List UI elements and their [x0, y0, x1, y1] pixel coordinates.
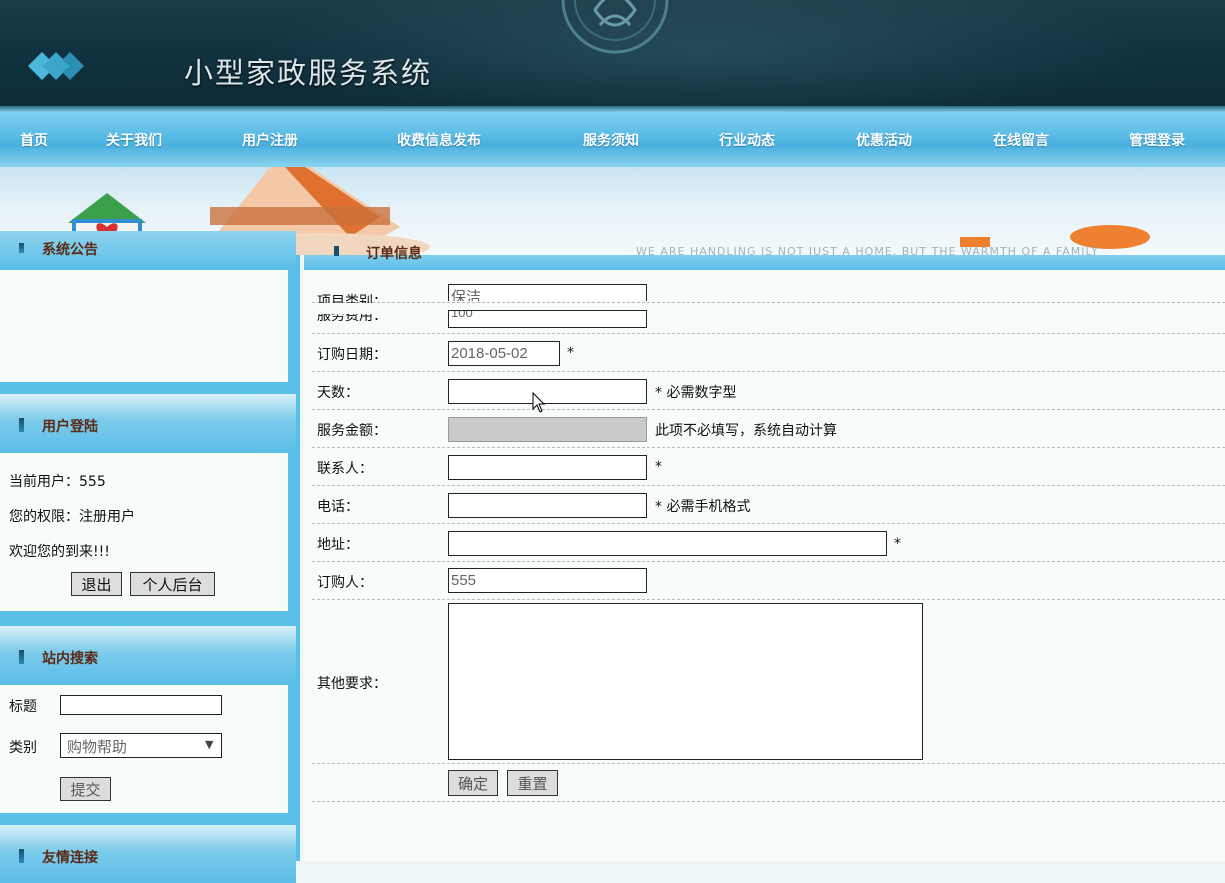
- address-label: 地址：: [317, 537, 359, 553]
- nav-register[interactable]: 用户注册: [242, 130, 298, 150]
- main-nav: 首页 关于我们 用户注册 收费信息发布 服务须知 行业动态 优惠活动 在线留言 …: [0, 112, 1225, 167]
- contact-required-mark: *: [655, 459, 662, 475]
- nav-promotions[interactable]: 优惠活动: [856, 130, 912, 150]
- orderer-field[interactable]: 555: [448, 568, 647, 593]
- search-title-label: 标题: [9, 699, 37, 715]
- search-header: 站内搜索: [0, 626, 296, 684]
- search-category-select[interactable]: 购物帮助 ▼: [60, 733, 222, 758]
- amount-field: [448, 417, 647, 442]
- search-category-value: 购物帮助: [67, 738, 128, 756]
- days-label: 天数：: [317, 385, 359, 401]
- nav-admin-login[interactable]: 管理登录: [1129, 130, 1185, 150]
- links-title: 友情连接: [42, 850, 98, 866]
- personal-backend-button[interactable]: 个人后台: [130, 572, 215, 596]
- site-header: 小型家政服务系统: [0, 0, 1225, 112]
- order-header: 订单信息: [304, 246, 1225, 270]
- item-category-label: 项目类别：: [317, 294, 387, 303]
- notice-title: 系统公告: [42, 242, 98, 258]
- contact-field[interactable]: [448, 455, 647, 480]
- links-header: 友情连接: [0, 825, 296, 883]
- login-header: 用户登陆: [0, 394, 296, 452]
- address-required-mark: *: [894, 536, 901, 552]
- notice-header: 系统公告: [0, 231, 296, 269]
- banner-slogan: WE ARE HANDLING IS NOT JUST A HOME, BUT …: [636, 245, 1099, 255]
- order-date-field[interactable]: 2018-05-02: [448, 341, 560, 366]
- nav-fee-publish[interactable]: 收费信息发布: [397, 130, 481, 150]
- phone-note: * 必需手机格式: [655, 499, 751, 515]
- contact-label: 联系人：: [317, 461, 373, 477]
- nav-home[interactable]: 首页: [20, 130, 48, 150]
- search-category-label: 类别: [9, 740, 37, 756]
- search-box: 标题 类别 购物帮助 ▼ 提交: [0, 685, 288, 813]
- amount-label: 服务金额：: [317, 423, 387, 439]
- current-user-text: 当前用户：555: [9, 474, 106, 490]
- search-submit-button[interactable]: 提交: [60, 777, 111, 801]
- logo-icon: [28, 52, 84, 80]
- notice-box: [0, 270, 288, 382]
- welcome-text: 欢迎您的到来!!!: [9, 544, 110, 560]
- mouse-cursor-icon: [532, 392, 546, 413]
- nav-guestbook[interactable]: 在线留言: [993, 130, 1049, 150]
- phone-field[interactable]: [448, 493, 647, 518]
- confirm-button[interactable]: 确定: [448, 770, 498, 796]
- amount-note: 此项不必填写，系统自动计算: [655, 423, 837, 439]
- service-fee-field[interactable]: 100: [448, 310, 647, 328]
- orderer-label: 订购人：: [317, 575, 373, 591]
- sidebar: 系统公告 用户登陆 当前用户：555 您的权限：注册用户 欢迎您的到来!!! 退…: [0, 231, 300, 883]
- user-role-text: 您的权限：注册用户: [9, 509, 135, 525]
- nav-about[interactable]: 关于我们: [106, 130, 162, 150]
- order-form: [304, 270, 1225, 861]
- other-requirements-label: 其他要求：: [317, 676, 387, 692]
- search-title-input[interactable]: [60, 695, 222, 715]
- chevron-down-icon: ▼: [205, 738, 214, 751]
- order-date-label: 订购日期：: [317, 347, 387, 363]
- logout-button[interactable]: 退出: [71, 572, 122, 596]
- login-title: 用户登陆: [42, 419, 98, 435]
- nav-service-notice[interactable]: 服务须知: [583, 130, 639, 150]
- order-title: 订单信息: [366, 246, 422, 262]
- phone-label: 电话：: [317, 499, 359, 515]
- days-note: * 必需数字型: [655, 385, 737, 401]
- search-title: 站内搜索: [42, 651, 98, 667]
- site-title: 小型家政服务系统: [184, 56, 433, 90]
- other-requirements-textarea[interactable]: [448, 603, 923, 760]
- service-fee-label: 服务费用：: [317, 314, 387, 324]
- reset-button[interactable]: 重置: [507, 770, 558, 796]
- address-field[interactable]: [448, 531, 887, 556]
- days-field[interactable]: [448, 379, 647, 404]
- login-box: 当前用户：555 您的权限：注册用户 欢迎您的到来!!! 退出 个人后台: [0, 453, 288, 611]
- order-date-required-mark: *: [567, 345, 574, 361]
- item-category-field[interactable]: 保洁: [448, 284, 647, 301]
- ornament-icon: [561, 0, 669, 54]
- nav-industry-news[interactable]: 行业动态: [719, 130, 775, 150]
